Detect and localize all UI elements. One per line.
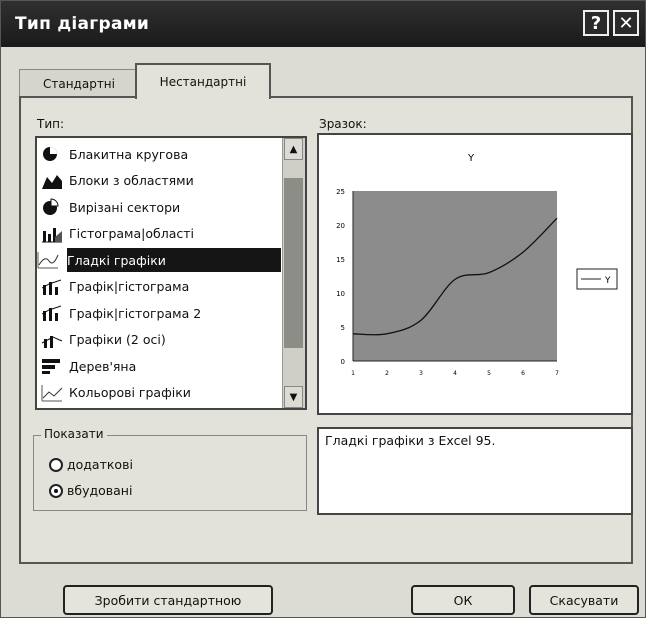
- y-tick-label: 20: [336, 222, 345, 230]
- radio-additional[interactable]: додаткові: [49, 457, 133, 472]
- type-label: Тип:: [37, 117, 65, 131]
- dialog-title: Тип діаграми: [15, 14, 150, 34]
- x-tick-label: 1: [351, 370, 355, 377]
- make-default-button[interactable]: Зробити стандартною: [63, 585, 273, 615]
- chart-type-label: Графік|гістограма: [69, 279, 190, 294]
- chart-type-item[interactable]: Дерев'яна: [39, 354, 283, 378]
- help-button[interactable]: ?: [583, 10, 609, 36]
- title-bar: Тип діаграми ? ✕: [1, 1, 645, 47]
- scroll-down-arrow-icon[interactable]: ▼: [284, 386, 303, 408]
- radio-embedded-label: вбудовані: [67, 483, 133, 498]
- legend-label: Y: [604, 276, 611, 286]
- x-tick-label: 3: [419, 370, 423, 377]
- wood-icon: [41, 357, 63, 375]
- tab-custom[interactable]: Нестандартні: [135, 63, 271, 99]
- area-blocks-icon: [41, 172, 63, 190]
- chart-type-item[interactable]: Гістограма|області: [39, 222, 283, 246]
- line-column-icon: [41, 278, 63, 296]
- plot-area: [353, 191, 557, 361]
- ok-button[interactable]: ОК: [411, 585, 515, 615]
- y-tick-label: 25: [336, 188, 345, 196]
- chart-type-label: Графік|гістограма 2: [69, 305, 202, 321]
- chart-type-label: Блакитна кругова: [69, 146, 189, 162]
- chart-type-label: Гладкі графіки: [67, 252, 166, 268]
- y-tick-label: 15: [336, 256, 345, 264]
- colored-lines-icon: [41, 384, 63, 402]
- chart-type-item[interactable]: Кольорові графіки: [39, 381, 283, 405]
- chart-type-label: Гістограма|області: [69, 226, 194, 241]
- x-tick-label: 2: [385, 370, 389, 377]
- sample-preview: Y 0 5 10 15 20 25 1 2 3 4 5 6 7 Y: [317, 133, 633, 415]
- chart-type-dialog: Тип діаграми ? ✕ Стандартні Нестандартні…: [0, 0, 646, 618]
- description-text: Гладкі графіки з Excel 95.: [325, 433, 496, 448]
- tab-standard[interactable]: Стандартні: [19, 69, 139, 98]
- radio-embedded[interactable]: вбудовані: [49, 483, 132, 498]
- sample-chart: Y 0 5 10 15 20 25 1 2 3 4 5 6 7 Y: [336, 153, 618, 377]
- column-area-icon: [41, 225, 63, 243]
- close-button[interactable]: ✕: [613, 10, 639, 36]
- x-tick-label: 4: [453, 370, 457, 377]
- line-column-icon: [41, 304, 63, 322]
- scroll-up-arrow-icon[interactable]: ▲: [284, 138, 303, 160]
- pie-icon: [41, 145, 63, 163]
- chart-type-label: Графіки (2 осі): [69, 332, 166, 347]
- two-axes-icon: [41, 331, 63, 349]
- x-tick-label: 6: [521, 370, 525, 377]
- scroll-thumb[interactable]: [284, 178, 303, 348]
- show-group: [33, 435, 307, 511]
- chart-type-label: Дерев'яна: [69, 358, 137, 374]
- x-tick-label: 5: [487, 370, 491, 377]
- chart-type-item[interactable]: Гладкі графіки: [37, 248, 281, 272]
- exploded-pie-icon: [41, 198, 63, 216]
- chart-type-item[interactable]: Блоки з областями: [39, 169, 283, 193]
- show-label: Показати: [41, 427, 107, 441]
- radio-embedded-circle[interactable]: [49, 483, 63, 498]
- chart-type-item[interactable]: Вирізані сектори: [39, 195, 283, 219]
- chart-type-label: Вирізані сектори: [69, 199, 181, 215]
- y-tick-label: 10: [336, 290, 345, 298]
- chart-title: Y: [467, 153, 475, 164]
- chart-type-label: Кольорові графіки: [69, 385, 191, 400]
- chart-type-list[interactable]: Блакитна кругова Блоки з областями Вирізан…: [35, 136, 307, 410]
- chart-type-item[interactable]: Графіки (2 осі): [39, 328, 283, 352]
- radio-additional-circle[interactable]: [49, 457, 63, 472]
- chart-type-label: Блоки з областями: [69, 173, 194, 188]
- chart-type-item[interactable]: Графік|гістограма 2: [39, 301, 283, 325]
- smooth-line-icon: [37, 251, 59, 269]
- y-tick-label: 5: [341, 324, 345, 332]
- chart-type-item[interactable]: Графік|гістограма: [39, 275, 283, 299]
- cancel-button[interactable]: Скасувати: [529, 585, 639, 615]
- chart-type-item[interactable]: Блакитна кругова: [39, 142, 283, 166]
- y-tick-label: 0: [341, 358, 345, 366]
- radio-additional-label: додаткові: [67, 457, 133, 472]
- list-scrollbar[interactable]: ▲ ▼: [282, 138, 305, 408]
- sample-label: Зразок:: [319, 117, 367, 131]
- description-box: Гладкі графіки з Excel 95.: [317, 427, 633, 515]
- x-tick-label: 7: [555, 370, 559, 377]
